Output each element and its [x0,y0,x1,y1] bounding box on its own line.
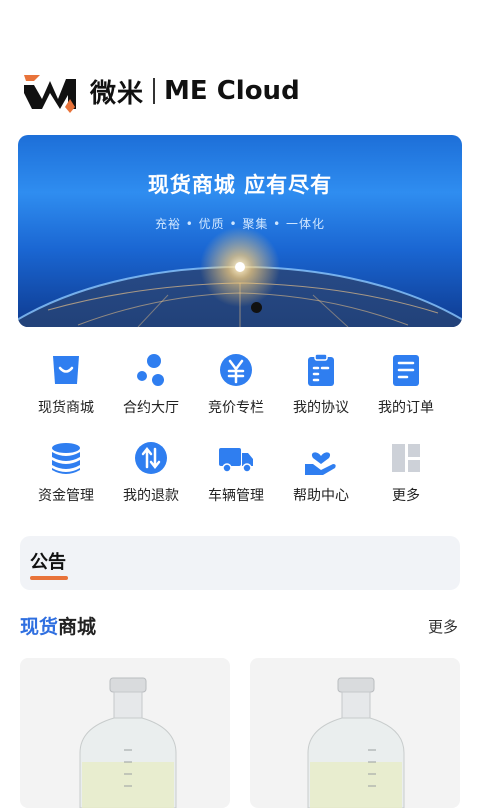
section-title: 现货商城 [20,612,96,639]
hand-heart-icon [305,452,336,475]
notice-bar[interactable]: 公告 [20,536,460,590]
dots-icon [137,354,164,386]
notice-title: 公告 [30,552,66,573]
reagent-bottle-image [79,677,177,808]
menu-item-spot-mall[interactable]: 现货商城 [22,352,110,417]
shop-bag-icon [53,356,79,384]
menu-label: 现货商城 [38,400,94,416]
menu-item-refunds[interactable]: 我的退款 [107,440,195,505]
logo-text-cn: 微米 [90,78,145,109]
section-title-highlight: 现货 [20,616,59,638]
menu-label: 更多 [392,488,420,504]
more-grid-icon [392,444,420,472]
banner-page-indicator[interactable] [251,302,262,313]
menu-item-contract-hall[interactable]: 合约大厅 [107,352,195,417]
truck-icon [219,448,253,473]
section-title-rest: 商城 [58,616,97,638]
logo-text-en: ME Cloud [164,76,300,106]
reagent-bottle-image [307,677,405,808]
menu-label: 我的协议 [293,400,349,416]
banner-title: 现货商城 应有尽有 [147,173,333,197]
clipboard-icon [308,353,334,386]
app-header: 微米 ME Cloud [22,68,322,114]
coins-stack-icon [52,443,80,474]
promo-banner[interactable]: 现货商城 应有尽有 充裕 • 优质 • 聚集 • 一体化 [18,135,462,327]
me-cloud-logo-icon [24,75,76,113]
menu-label: 帮助中心 [293,488,349,504]
menu-label: 资金管理 [38,488,94,504]
banner-subtitle: 充裕 • 优质 • 聚集 • 一体化 [154,217,326,231]
product-card[interactable] [20,658,230,808]
menu-item-bidding[interactable]: 竞价专栏 [192,352,280,417]
menu-item-help[interactable]: 帮助中心 [277,440,365,505]
menu-label: 我的订单 [378,400,434,416]
section-more-link[interactable]: 更多 [428,616,458,637]
menu-item-my-orders[interactable]: 我的订单 [362,352,450,417]
menu-label: 合约大厅 [123,400,179,416]
menu-label: 车辆管理 [208,488,264,504]
logo-divider [153,78,156,104]
refund-arrows-icon [135,442,167,474]
menu-label: 竞价专栏 [208,400,264,416]
menu-item-vehicles[interactable]: 车辆管理 [192,440,280,505]
product-card[interactable] [250,658,460,808]
menu-item-funds[interactable]: 资金管理 [22,440,110,505]
menu-label: 我的退款 [123,488,179,504]
menu-item-more[interactable]: 更多 [362,440,450,505]
notice-underline [30,576,68,580]
yen-icon [220,354,252,386]
order-doc-icon [393,355,419,386]
menu-item-my-agreements[interactable]: 我的协议 [277,352,365,417]
